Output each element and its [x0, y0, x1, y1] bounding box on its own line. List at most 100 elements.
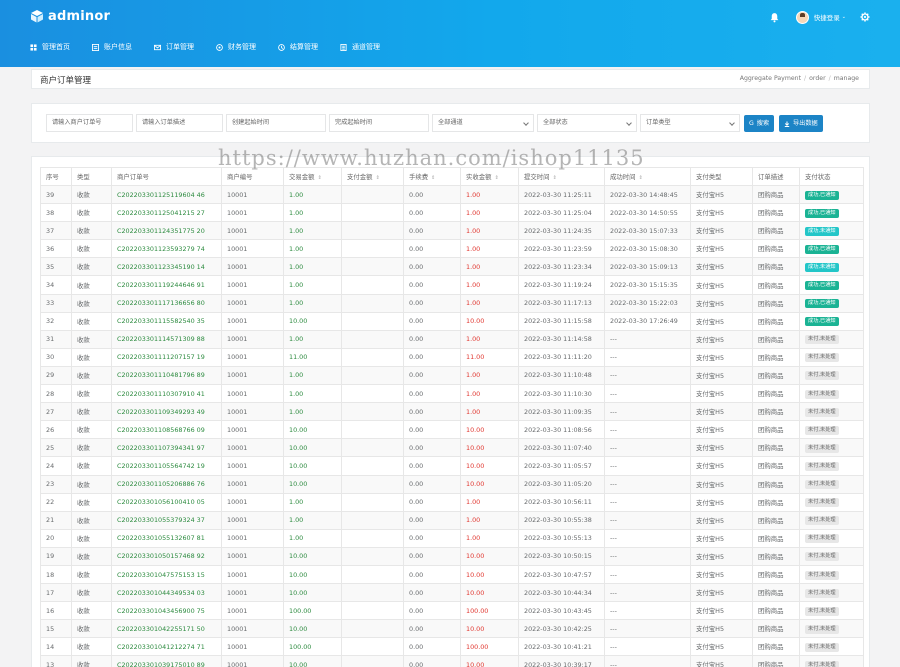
sort-icon[interactable]: ⇕ [376, 175, 380, 181]
table-cell: 成功,未通知 [799, 221, 864, 241]
completed-start-input[interactable]: 完成起始时间 [329, 114, 429, 132]
table-cell: 未付,未处理 [799, 546, 864, 566]
brand-logo[interactable]: adminor [30, 8, 110, 24]
table-row[interactable]: 24 收款 C202203301105564742 19 10001 10.00 0.00… [40, 456, 864, 476]
table-cell: 2022-03-30 11:23:59 [518, 239, 605, 259]
table-cell: 10.00 [283, 474, 342, 494]
table-cell: 2022-03-30 11:08:56 [518, 420, 605, 440]
sort-icon[interactable]: ⇕ [495, 175, 499, 181]
merchant-order-input[interactable]: 请输入商户订单号 [46, 114, 133, 132]
table-row[interactable]: 16 收款 C202203301043456900 75 10001 100.00 0.0… [40, 601, 864, 621]
column-header[interactable]: 交易金额 ⇕ [283, 167, 342, 186]
table-cell: 10001 [221, 546, 284, 566]
table-cell: 1.00 [460, 384, 519, 404]
column-header[interactable]: 实收金额 ⇕ [460, 167, 519, 186]
table-cell: 10.00 [283, 456, 342, 476]
table-row[interactable]: 27 收款 C202203301109349293 49 10001 1.00 0.00 1… [40, 402, 864, 422]
nav-item-account[interactable]: 账户信息 [92, 42, 132, 52]
gear-icon[interactable] [860, 12, 870, 22]
table-row[interactable]: 35 收款 C202203301123345190 14 10001 1.00 0.00 1… [40, 257, 864, 277]
column-header-label: 商户订单号 [117, 173, 149, 181]
table-cell: 10001 [221, 601, 284, 621]
breadcrumb-item[interactable]: Aggregate Payment [740, 75, 801, 82]
table-row[interactable]: 32 收款 C202203301115582540 35 10001 10.00 0.00… [40, 311, 864, 331]
order-type-select[interactable]: 订单类型 [640, 114, 740, 132]
table-row[interactable]: 33 收款 C202203301117136656 80 10001 1.00 0.00 1… [40, 293, 864, 313]
table-row[interactable]: 26 收款 C202203301108568766 09 10001 10.00 0.00… [40, 420, 864, 440]
table-cell: 成功,已通知 [799, 203, 864, 223]
table-cell: 10001 [221, 365, 284, 386]
user-avatar[interactable] [795, 10, 809, 24]
column-header[interactable]: 提交时间 ⇕ [518, 167, 605, 186]
bell-icon[interactable] [769, 12, 780, 23]
nav-item-orders[interactable]: 订单管理 [154, 42, 194, 52]
table-row[interactable]: 39 收款 C202203301125119604 46 10001 1.00 0.00 1… [40, 184, 864, 205]
table-cell [341, 365, 404, 386]
nav-item-finance[interactable]: 财务管理 [216, 42, 256, 52]
table-row[interactable]: 36 收款 C202203301123593279 74 10001 1.00 0.00 1… [40, 239, 864, 259]
table-cell: 成功,已通知 [799, 239, 864, 259]
table-cell: 35 [40, 257, 72, 277]
nav-item-settlement[interactable]: 结算管理 [278, 42, 318, 52]
table-row[interactable]: 15 收款 C202203301042255171 50 10001 10.00 0.00… [40, 619, 864, 639]
user-name[interactable]: 快捷登录 [814, 12, 840, 22]
table-cell: 33 [40, 293, 72, 313]
status-badge: 未付,未处理 [805, 588, 839, 598]
order-description-input[interactable]: 请输入订单描述 [136, 114, 223, 132]
sort-icon[interactable]: ⇕ [553, 175, 557, 181]
sort-icon[interactable]: ⇕ [318, 175, 322, 181]
table-cell: 2022-03-30 10:55:13 [518, 528, 605, 548]
table-row[interactable]: 20 收款 C202203301055132607 81 10001 1.00 0.00 1… [40, 528, 864, 548]
table-cell: 10001 [221, 221, 284, 241]
table-cell: 成功,未通知 [799, 257, 864, 277]
table-row[interactable]: 28 收款 C202203301110307910 41 10001 1.00 0.00 1… [40, 384, 864, 404]
orders-table-panel: 序号 类型 商户订单号 商户编号 交易金额 ⇕ 支付金额 ⇕ 手续费 ⇕ 实收金额 ⇕ 提交时间 ⇕ 成功时… [31, 156, 870, 667]
table-cell: 23 [40, 474, 72, 494]
table-cell: 10001 [221, 456, 284, 476]
table-row[interactable]: 19 收款 C202203301050157468 92 10001 10.00 0.00… [40, 546, 864, 566]
export-button-label: 导出数据 [793, 120, 818, 127]
table-row[interactable]: 38 收款 C202203301125041215 27 10001 1.00 0.00 1… [40, 203, 864, 223]
search-button[interactable]: G 搜索 [744, 115, 775, 132]
table-row[interactable]: 14 收款 C202203301041212274 71 10001 100.00 0.0… [40, 637, 864, 657]
table-row[interactable]: 23 收款 C202203301105206886 76 10001 10.00 0.00… [40, 474, 864, 494]
table-cell: 团购商品 [752, 619, 800, 639]
table-cell: 28 [40, 384, 72, 404]
table-cell: 团购商品 [752, 637, 800, 657]
breadcrumb-item[interactable]: order [809, 75, 826, 82]
table-row[interactable]: 30 收款 C202203301111207157 19 10001 11.00 0.00… [40, 347, 864, 367]
download-icon [784, 121, 790, 127]
column-header[interactable]: 成功时间 ⇕ [604, 167, 691, 186]
table-cell: 收款 [71, 311, 112, 331]
table-cell: 22 [40, 492, 72, 512]
table-row[interactable]: 34 收款 C202203301119244646 91 10001 1.00 0.00 1… [40, 275, 864, 295]
table-row[interactable]: 18 收款 C202203301047575153 15 10001 10.00 0.00… [40, 564, 864, 585]
sort-icon[interactable]: ⇕ [639, 175, 643, 181]
status-select[interactable]: 全部状态 [537, 114, 637, 132]
table-row[interactable]: 37 收款 C202203301124351775 20 10001 1.00 0.00 1… [40, 221, 864, 241]
created-start-input[interactable]: 创建起始时间 [226, 114, 326, 132]
chevron-down-icon[interactable]: ⌄ [842, 14, 846, 20]
status-badge: 未付,未处理 [805, 552, 839, 562]
nav-item-channels[interactable]: 通道管理 [340, 42, 380, 52]
channel-select[interactable]: 全部通道 [432, 114, 534, 132]
status-badge: 未付,未处理 [805, 660, 839, 667]
table-row[interactable]: 17 收款 C202203301044349534 03 10001 10.00 0.00… [40, 583, 864, 603]
table-cell: --- [604, 564, 691, 585]
column-header[interactable]: 手续费 ⇕ [403, 167, 461, 186]
column-header[interactable]: 支付金额 ⇕ [341, 167, 404, 186]
table-row[interactable]: 21 收款 C202203301055379324 37 10001 1.00 0.00 1… [40, 510, 864, 530]
table-cell: 10001 [221, 420, 284, 440]
table-row[interactable]: 22 收款 C202203301056100410 05 10001 1.00 0.00 1… [40, 492, 864, 512]
column-header-label: 类型 [77, 173, 90, 181]
table-row[interactable]: 31 收款 C202203301114571309 88 10001 1.00 0.00 1… [40, 329, 864, 349]
nav-item-home[interactable]: 管理首页 [30, 42, 70, 52]
sort-icon[interactable]: ⇕ [431, 175, 435, 181]
export-button[interactable]: 导出数据 [779, 115, 823, 132]
table-row[interactable]: 13 收款 C202203301039175010 89 10001 10.00 0.00… [40, 655, 864, 667]
table-cell: C202203301056100410 05 [111, 492, 222, 512]
table-row[interactable]: 25 收款 C202203301107394341 97 10001 10.00 0.00… [40, 438, 864, 458]
table-cell: --- [604, 510, 691, 530]
home-icon [30, 43, 37, 51]
table-row[interactable]: 29 收款 C202203301110481796 89 10001 1.00 0.00 1… [40, 365, 864, 386]
